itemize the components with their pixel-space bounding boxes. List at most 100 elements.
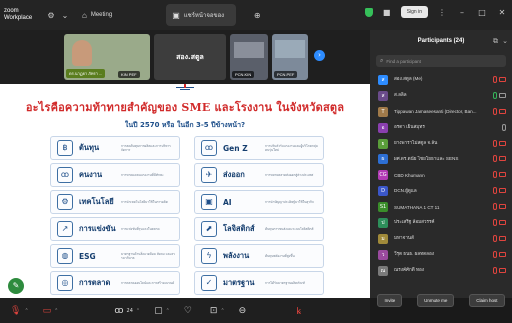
video-off-icon[interactable] xyxy=(499,188,506,194)
video-off-icon[interactable] xyxy=(499,267,506,273)
participant-row[interactable]: ณ ณรงค์ศักดิ์ ทอง xyxy=(370,263,512,279)
slide-logo-icon xyxy=(176,84,194,90)
video-tile[interactable]: สอง.สตูล xyxy=(154,34,226,80)
participants-panel: Participants (24) ⧉ ⌄ ⌕ Find a participa… xyxy=(370,30,512,298)
energy-icon: ϟ xyxy=(201,248,217,264)
video-off-icon[interactable] xyxy=(499,172,506,178)
grid-view-icon[interactable]: ■ xyxy=(381,8,393,17)
video-off-icon[interactable] xyxy=(499,77,506,82)
video-off-icon[interactable] xyxy=(499,140,506,146)
avatar: CG xyxy=(378,170,388,181)
close-panel-icon[interactable]: ⌄ xyxy=(502,37,508,45)
close-icon[interactable]: ✕ xyxy=(496,8,508,17)
share-screen-button[interactable]: ⊡ ⌃ xyxy=(210,306,225,316)
participant-row[interactable]: CG CBD Khumann xyxy=(370,167,512,183)
leave-button[interactable]: ꝃ xyxy=(296,304,301,317)
mic-icon[interactable] xyxy=(502,123,506,131)
video-name-label: PCN.KIN xyxy=(232,71,255,78)
challenge-label: AI xyxy=(223,197,232,207)
zoom-window: zoom Workplace ⚙ ⌄ ⌂ Meeting ▣ แชร์หน้าจ… xyxy=(0,0,512,323)
participant-row[interactable]: ส สอง.สตูล (Me) xyxy=(370,72,512,88)
ai-chip-icon: ▣ xyxy=(201,194,217,210)
chevron-up-icon: ⌃ xyxy=(135,307,141,314)
avatar: ย xyxy=(378,138,388,149)
mic-muted-icon[interactable] xyxy=(493,76,497,83)
more-button[interactable]: ⊖ xyxy=(239,306,247,316)
tab-meeting[interactable]: ⌂ Meeting xyxy=(76,4,118,26)
sign-in-button[interactable]: Sign in xyxy=(400,6,428,18)
mic-muted-icon[interactable] xyxy=(493,155,497,163)
mute-button[interactable]: 🎙 ⌃ xyxy=(10,306,29,316)
avatar: ป xyxy=(378,217,388,228)
video-tile[interactable]: PCN.KIN xyxy=(230,34,268,80)
coins-icon: ฿ xyxy=(57,140,73,156)
participant-row[interactable]: ป ประเสริฐ ล้อมสวรรค์ xyxy=(370,215,512,231)
mic-muted-icon[interactable] xyxy=(493,171,497,179)
participant-row[interactable]: อ อรดา เย็นสมุทร xyxy=(370,120,512,136)
participant-search-input[interactable]: ⌕ Find a participant xyxy=(376,55,506,67)
popout-icon[interactable]: ⧉ xyxy=(493,37,498,46)
video-on-icon[interactable] xyxy=(499,92,506,98)
more-icon[interactable]: ⋮ xyxy=(436,8,448,17)
challenge-card: ◍ ESG มาตรฐานด้านสิ่งแวดล้อม สังคม และธรรม… xyxy=(50,244,180,268)
zoom-logo: zoom Workplace xyxy=(4,8,44,22)
chevron-up-icon: ⌃ xyxy=(54,307,59,314)
participant-row[interactable]: ม มหาจานส์ xyxy=(370,231,512,247)
annotate-pencil-icon[interactable]: ✎ xyxy=(8,278,24,294)
claim-host-button[interactable]: Claim host xyxy=(469,293,505,307)
video-tile[interactable]: ดร.นาฏยา ภัทรา ... KIN PEF xyxy=(64,34,150,80)
video-off-icon[interactable] xyxy=(499,156,506,162)
workers-icon: ꝏ xyxy=(57,167,73,183)
challenge-card: ฿ ต้นทุน การลดต้นทุนการผลิตและการบริหารจัด… xyxy=(50,136,180,160)
participant-name: วีรุต ธนธ. ผลทดลอง xyxy=(394,251,434,257)
participants-icon: ꝏ xyxy=(114,305,124,316)
participant-row[interactable]: D DCN.ผู้ดูแล xyxy=(370,183,512,199)
video-tile[interactable]: PCN.PEF xyxy=(272,34,308,80)
mic-muted-icon[interactable] xyxy=(493,250,497,258)
video-off-icon[interactable] xyxy=(499,108,506,114)
mic-muted-icon[interactable] xyxy=(493,187,497,195)
video-off-icon[interactable] xyxy=(499,204,506,210)
tab-screen-share-label: แชร์หน้าจอของ xyxy=(183,13,225,19)
challenge-description: การตลาดออนไลน์และการสร้างแบรนด์ xyxy=(121,280,175,285)
maximize-icon[interactable]: □ xyxy=(476,8,488,17)
invite-button[interactable]: Invite xyxy=(377,293,403,307)
avatar: T xyxy=(378,106,388,117)
mic-muted-icon[interactable] xyxy=(493,203,497,211)
settings-icon[interactable]: ⚙ xyxy=(44,11,58,20)
mic-on-icon[interactable] xyxy=(493,91,497,99)
mic-muted-icon[interactable] xyxy=(493,234,497,242)
video-off-icon[interactable] xyxy=(499,235,506,241)
minimize-icon[interactable]: – xyxy=(456,8,468,17)
video-off-icon[interactable] xyxy=(499,220,506,226)
participant-row[interactable]: T Tippawan Jamaseesanti (Director, Ban... xyxy=(370,104,512,120)
mic-muted-icon[interactable] xyxy=(493,139,497,147)
start-video-button[interactable]: ▭ ⌃ xyxy=(43,306,59,316)
video-secondary-label: KIN PEF xyxy=(118,71,140,78)
marketing-icon: ◎ xyxy=(57,275,73,291)
participant-name: Tippawan Jamaseesanti (Director, Ban... xyxy=(394,109,477,115)
mic-muted-icon[interactable] xyxy=(493,219,497,227)
standard-icon: ✓ xyxy=(201,275,217,291)
participant-row[interactable]: S1 SUMATHANA 1 CT 11 xyxy=(370,199,512,215)
participant-row[interactable]: ผ ผศ.ดร.ดนัย ไชยโยธาและ SENS xyxy=(370,151,512,167)
participant-row[interactable]: ส ส.ลลิล xyxy=(370,88,512,104)
video-strip: ดร.นาฏยา ภัทรา ... KIN PEF สอง.สตูล PCN.… xyxy=(0,30,370,84)
participants-button[interactable]: ꝏ 24 ⌃ xyxy=(114,306,140,316)
chevron-down-icon[interactable]: ⌄ xyxy=(58,11,72,20)
unmute-me-button[interactable]: Unmute me xyxy=(417,293,455,307)
participant-row[interactable]: ว วีรุต ธนธ. ผลทดลอง xyxy=(370,247,512,263)
new-tab-icon[interactable]: ⊕ xyxy=(250,11,264,20)
security-shield-icon[interactable] xyxy=(364,7,373,17)
tab-screen-share[interactable]: ▣ แชร์หน้าจอของ xyxy=(166,4,237,26)
video-name-center: สอง.สตูล xyxy=(176,53,204,61)
search-placeholder: Find a participant xyxy=(386,58,421,64)
chat-button[interactable]: ▢ ⌃ xyxy=(154,306,170,316)
avatar: ม xyxy=(378,233,388,244)
mic-muted-icon[interactable] xyxy=(493,107,497,115)
mic-muted-icon[interactable] xyxy=(493,266,497,274)
video-off-icon[interactable] xyxy=(499,251,506,257)
reactions-button[interactable]: ♡ xyxy=(184,306,192,316)
participant-row[interactable]: ย ยางพาราไม่สตูล จ.ล้น xyxy=(370,136,512,152)
next-video-page-button[interactable]: › xyxy=(314,50,325,61)
